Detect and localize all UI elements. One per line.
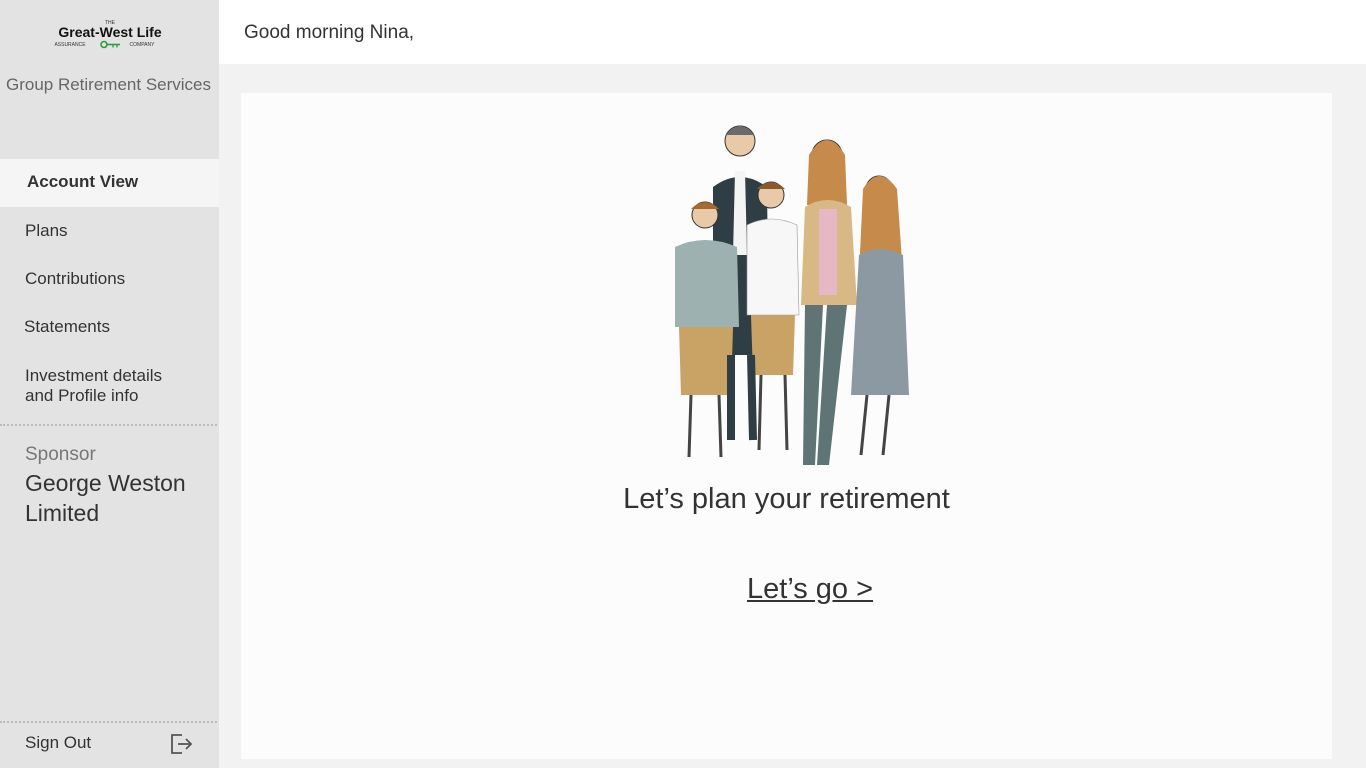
sponsor-name: George Weston Limited xyxy=(25,470,186,526)
sidebar: THE Great-West Life ASSURANCE COMPANY Gr… xyxy=(0,0,219,768)
nav-investment-details[interactable]: Investment details and Profile info xyxy=(0,366,219,406)
main-card: Let’s plan your retirement Let’s go > xyxy=(241,93,1332,759)
header-bar: Good morning Nina, xyxy=(219,0,1366,64)
svg-text:COMPANY: COMPANY xyxy=(129,42,155,48)
logo-graphic: THE Great-West Life ASSURANCE COMPANY xyxy=(54,20,161,49)
nav-account-view[interactable]: Account View xyxy=(0,159,219,207)
nav-contributions[interactable]: Contributions xyxy=(0,269,219,289)
logout-icon[interactable] xyxy=(168,731,194,757)
headline: Let’s plan your retirement xyxy=(623,483,950,515)
nav-statements[interactable]: Statements xyxy=(0,317,219,337)
sponsor-label: Sponsor xyxy=(25,444,96,465)
family-illustration xyxy=(647,105,927,477)
divider xyxy=(0,424,217,426)
greeting: Good morning Nina, xyxy=(244,22,415,43)
service-title: Group Retirement Services xyxy=(5,75,212,94)
lets-go-link[interactable]: Let’s go > xyxy=(747,573,873,606)
sign-out-link[interactable]: Sign Out xyxy=(25,733,91,753)
nav-investment-line1: Investment details xyxy=(25,366,163,385)
svg-text:ASSURANCE: ASSURANCE xyxy=(54,42,86,48)
great-west-life-logo[interactable]: THE Great-West Life ASSURANCE COMPANY xyxy=(0,18,219,50)
divider xyxy=(0,721,217,723)
nav-investment-line2: and Profile info xyxy=(25,386,139,405)
nav-plans[interactable]: Plans xyxy=(0,221,219,241)
svg-text:Great-West Life: Great-West Life xyxy=(58,24,161,40)
